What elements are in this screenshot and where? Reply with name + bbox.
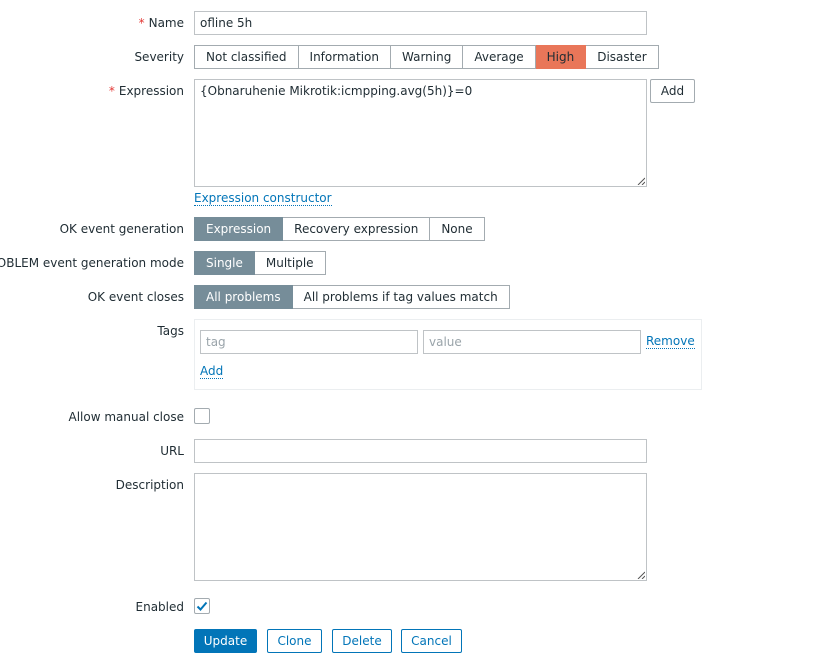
severity-selector: Not classified Information Warning Avera…: [194, 45, 659, 69]
expression-label: * Expression: [109, 84, 184, 98]
url-label: URL: [160, 444, 184, 458]
resize-grip-icon[interactable]: [637, 571, 645, 579]
ok-event-closes-all-problems[interactable]: All problems: [194, 285, 293, 309]
enabled-checkbox[interactable]: [194, 598, 210, 614]
update-button[interactable]: Update: [194, 629, 257, 653]
required-mark: *: [138, 16, 145, 30]
allow-manual-close-label: Allow manual close: [68, 410, 184, 424]
ok-event-generation-label: OK event generation: [59, 222, 184, 236]
ok-event-generation-recovery-expression[interactable]: Recovery expression: [283, 217, 431, 241]
severity-disaster[interactable]: Disaster: [586, 45, 659, 69]
problem-mode-label: PROBLEM event generation mode: [0, 256, 184, 270]
severity-not-classified[interactable]: Not classified: [194, 45, 299, 69]
expression-textarea[interactable]: [194, 79, 647, 187]
description-textarea[interactable]: [194, 473, 647, 581]
severity-high[interactable]: High: [535, 45, 587, 69]
clone-button[interactable]: Clone: [267, 629, 322, 653]
resize-grip-icon[interactable]: [637, 177, 645, 185]
tag-value-input[interactable]: [423, 330, 641, 354]
tag-remove-link[interactable]: Remove: [646, 334, 695, 349]
required-mark: *: [108, 84, 115, 98]
ok-event-generation-selector: Expression Recovery expression None: [194, 217, 485, 241]
severity-information[interactable]: Information: [298, 45, 391, 69]
severity-warning[interactable]: Warning: [391, 45, 464, 69]
expression-label-text: Expression: [118, 84, 184, 98]
tag-add-link[interactable]: Add: [200, 364, 224, 379]
ok-event-generation-none[interactable]: None: [430, 217, 485, 241]
expression-constructor-link[interactable]: Expression constructor: [194, 191, 332, 206]
severity-average[interactable]: Average: [463, 45, 536, 69]
severity-label: Severity: [134, 50, 184, 64]
expression-add-button[interactable]: Add: [650, 79, 695, 103]
delete-button[interactable]: Delete: [332, 629, 392, 653]
name-label: * Name: [139, 16, 184, 30]
name-input[interactable]: [194, 11, 647, 35]
tag-name-input[interactable]: [200, 330, 418, 354]
ok-event-generation-expression[interactable]: Expression: [194, 217, 284, 241]
problem-mode-selector: Single Multiple: [194, 251, 326, 275]
checkmark-icon: [196, 601, 208, 611]
ok-event-closes-tag-match[interactable]: All problems if tag values match: [292, 285, 510, 309]
enabled-label: Enabled: [135, 600, 185, 614]
ok-event-closes-label: OK event closes: [87, 290, 184, 304]
url-input[interactable]: [194, 439, 647, 463]
ok-event-closes-selector: All problems All problems if tag values …: [194, 285, 510, 309]
cancel-button[interactable]: Cancel: [401, 629, 462, 653]
tags-label: Tags: [157, 324, 184, 338]
allow-manual-close-checkbox[interactable]: [194, 408, 210, 424]
description-label: Description: [115, 478, 184, 492]
problem-mode-single[interactable]: Single: [194, 251, 255, 275]
name-label-text: Name: [148, 16, 184, 30]
problem-mode-multiple[interactable]: Multiple: [254, 251, 326, 275]
